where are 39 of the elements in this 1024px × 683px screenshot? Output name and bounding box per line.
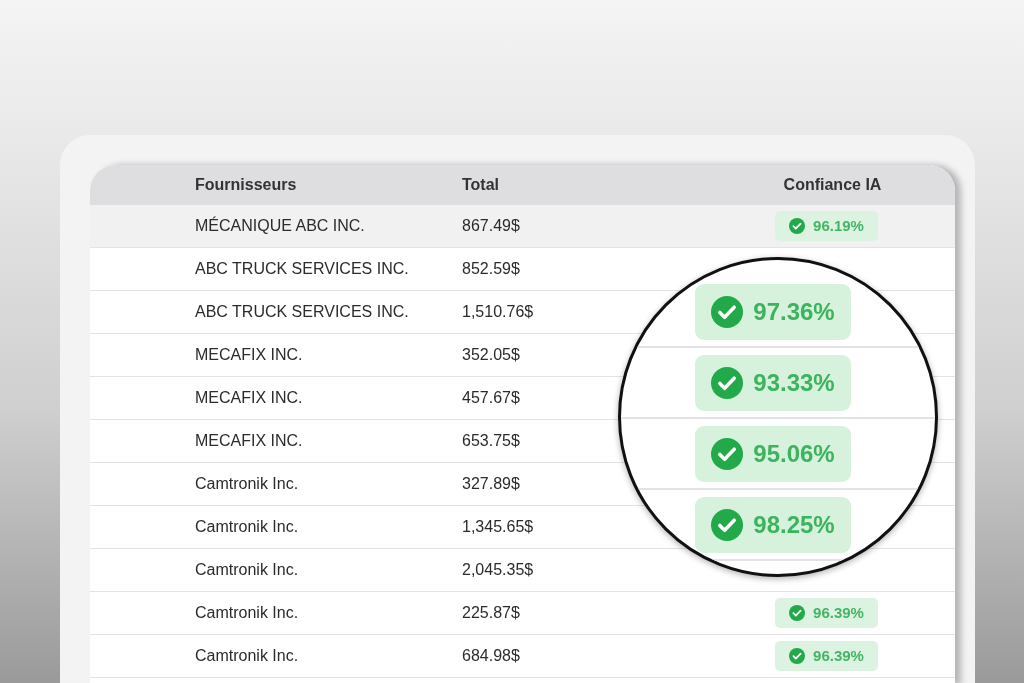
supplier-cell-text: ABC TRUCK SERVICES INC. (195, 302, 410, 322)
supplier-cell-text: MECAFIX INC. (195, 431, 304, 451)
total-cell-text: 653.75$ (462, 431, 521, 451)
supplier-cell-text: Camtronik Inc. (195, 603, 300, 623)
check-icon (711, 295, 744, 328)
check-icon (789, 605, 806, 621)
check-icon (789, 218, 806, 234)
check-icon (789, 648, 806, 664)
supplier-cell-text: Camtronik Inc. (195, 560, 300, 580)
supplier-cell-text: Camtronik Inc. (195, 646, 300, 666)
total-cell-text: 2,045.35$ (462, 560, 535, 580)
supplier-cell-text: Camtronik Inc. (195, 517, 300, 537)
confidence-value: 93.33% (753, 367, 835, 398)
check-icon (711, 366, 744, 399)
supplier-cell-text: MECAFIX INC. (195, 345, 304, 365)
supplier-cell-text: Camtronik Inc. (195, 474, 300, 494)
confidence-value: 95.06% (753, 438, 835, 469)
confidence-value: 96.39% (813, 645, 864, 666)
total-cell-text: 684.98$ (462, 646, 521, 666)
check-icon (711, 437, 744, 470)
total-cell-text: 352.05$ (462, 345, 521, 365)
total-cell-text: 225.87$ (462, 603, 521, 623)
column-header: Total (462, 175, 501, 195)
column-header: Fournisseurs (195, 175, 298, 195)
supplier-cell-text: MECAFIX INC. (195, 388, 304, 408)
confidence-value: 98.25% (753, 509, 835, 540)
total-cell-text: 852.59$ (462, 259, 521, 279)
supplier-cell-text: ABC TRUCK SERVICES INC. (195, 259, 410, 279)
total-cell-text: 1,345.65$ (462, 517, 535, 537)
total-cell-text: 867.49$ (462, 216, 521, 236)
column-header: Confiance IA (783, 175, 882, 195)
confidence-value: 97.36% (753, 296, 835, 327)
total-cell-text: 327.89$ (462, 474, 521, 494)
confidence-value: 96.39% (813, 602, 864, 623)
check-icon (711, 508, 744, 541)
confidence-value: 96.19% (813, 215, 864, 236)
total-cell-text: 1,510.76$ (462, 302, 535, 322)
total-cell-text: 457.67$ (462, 388, 521, 408)
supplier-cell-text: MÉCANIQUE ABC INC. (195, 215, 366, 236)
